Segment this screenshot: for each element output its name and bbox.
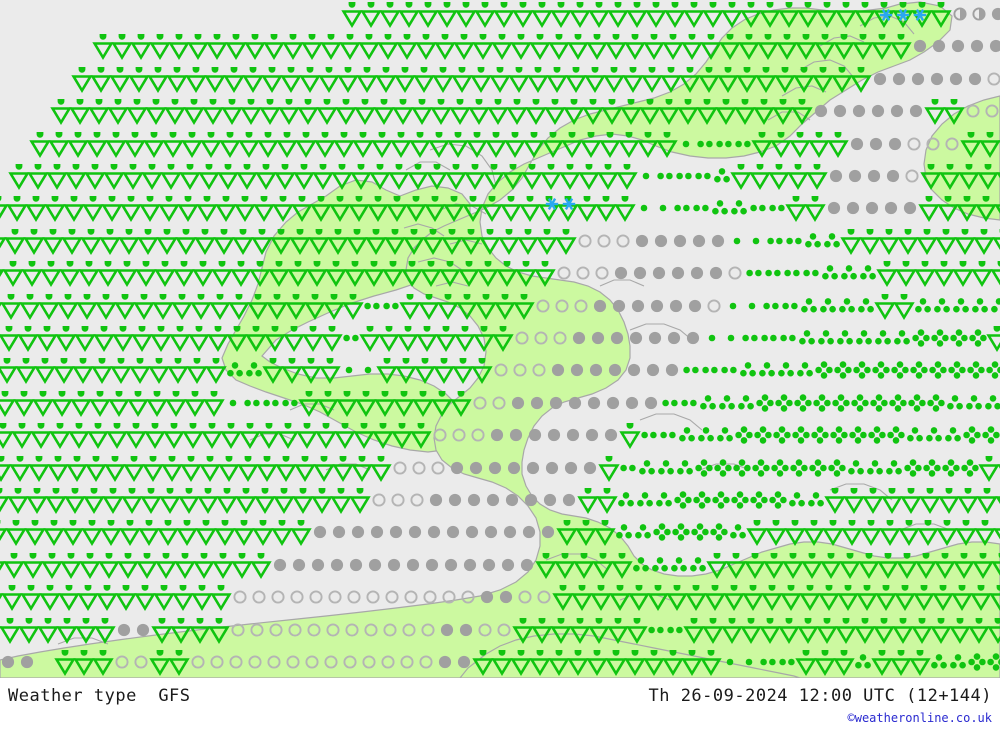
sky-overcast-icon [16,649,38,675]
model-name: GFS [158,686,191,706]
snow-icon [558,191,580,217]
map-footer: Weather type GFS Th 26-09-2024 12:00 UTC… [0,678,1000,733]
sky-clear-icon [983,66,1000,92]
weather-map-canvas[interactable]: .land{fill:#ccf9a0;stroke:#a8a8a8;stroke… [0,0,1000,678]
rain-shower-icon [995,487,1000,513]
rain-shower-icon [991,552,1000,578]
rain-shower-icon [992,228,1000,254]
rain-very-heavy-icon [984,357,1000,383]
rain-shower-icon [986,325,1000,353]
rain-shower-icon [987,617,1000,644]
weather-map-page: .land{fill:#ccf9a0;stroke:#a8a8a8;stroke… [0,0,1000,733]
footer-left-text: Weather type GFS [8,686,191,706]
rain-shower-icon [994,195,1000,221]
rain-heavy-icon [988,293,1000,319]
sky-overcast-icon [985,33,1000,59]
copyright-text: ©weatheronline.co.uk [847,711,993,725]
valid-time-text: Th 26-09-2024 12:00 UTC (12+144) [648,686,992,706]
rain-shower-icon [989,584,1000,612]
weather-symbol-layer [0,0,1000,678]
rain-heavy-icon [982,390,1000,416]
footer-spacer [137,686,158,706]
rain-shower-icon [990,260,1000,286]
rain-very-heavy-icon [985,649,1000,675]
product-title: Weather type [8,686,137,706]
sky-overcast-icon [987,1,1000,27]
rain-shower-icon [993,519,1000,545]
rain-shower-icon [979,131,1000,158]
snow-icon [909,2,931,28]
rain-shower-icon [996,163,1000,189]
rain-very-heavy-icon [980,422,1000,448]
sky-clear-icon [981,98,1000,124]
